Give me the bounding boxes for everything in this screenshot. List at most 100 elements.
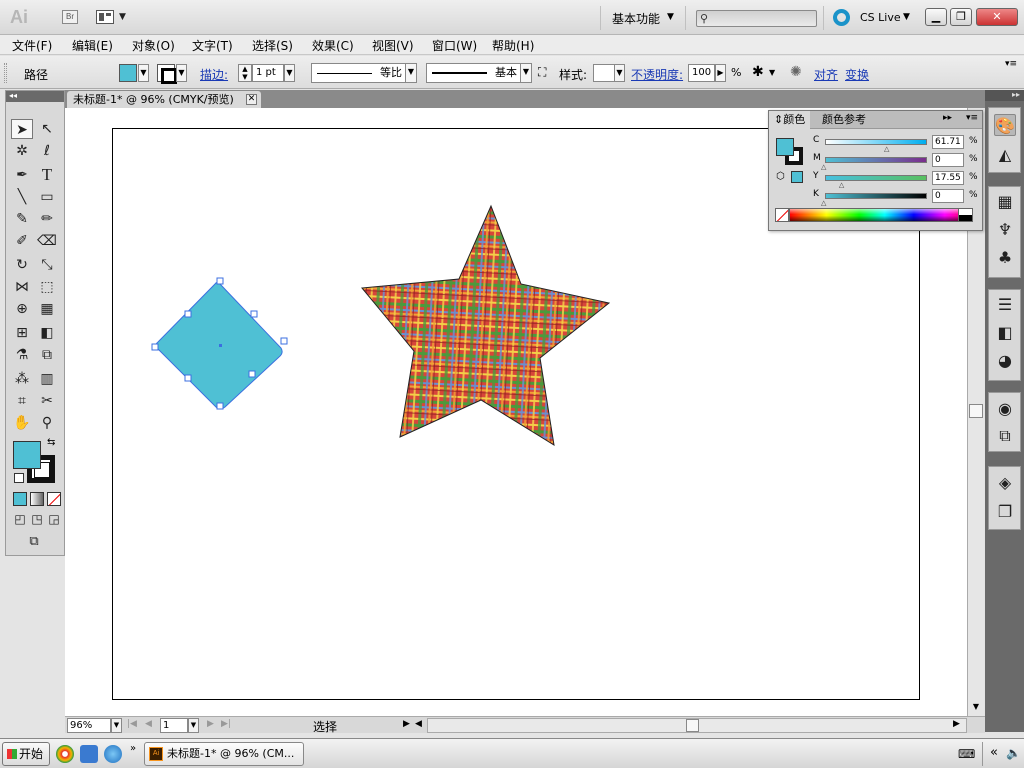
last-artboard-icon[interactable]: ▶| (221, 719, 231, 729)
draw-inside-icon[interactable]: ◲ (43, 509, 65, 529)
horizontal-scrollbar[interactable] (427, 718, 967, 733)
pencil-tool-icon[interactable]: ✏ (36, 209, 58, 229)
none-mode-icon[interactable] (47, 492, 61, 506)
magenta-slider-handle[interactable]: △ (821, 163, 826, 171)
scroll-down-icon[interactable]: ▼ (969, 702, 983, 716)
minimize-button[interactable]: ▁ (925, 8, 947, 26)
collapse-icon[interactable]: ◂◂ (6, 91, 64, 102)
stroke-weight-stepper[interactable]: ▲ ▼ (238, 64, 252, 82)
black-slider[interactable] (825, 193, 927, 199)
free-transform-tool-icon[interactable]: ⬚ (36, 277, 58, 297)
first-artboard-icon[interactable]: |◀ (127, 719, 137, 729)
slice-tool-icon[interactable]: ✂ (36, 391, 58, 411)
recolor-artwork-icon[interactable]: ✺ (790, 64, 802, 80)
eraser-tool-icon[interactable]: ⌫ (36, 231, 58, 251)
stroke-weight-dropdown[interactable]: ▼ (284, 64, 295, 82)
default-colors-icon[interactable] (14, 473, 24, 483)
taskbar-illustrator-window[interactable]: Ai 未标题-1* @ 96% (CM... (144, 742, 304, 766)
scroll-right-icon[interactable]: ▶ (953, 719, 960, 729)
cs-live-menu[interactable]: CS Live (860, 11, 901, 24)
cyan-slider-handle[interactable]: △ (884, 145, 889, 153)
yellow-slider-handle[interactable]: △ (839, 181, 844, 189)
brush-definition[interactable]: 基本 ▼ (426, 63, 532, 83)
scroll-left-icon[interactable]: ◀ (415, 719, 422, 729)
panel-fill-swatch[interactable] (776, 138, 794, 156)
transparency-panel-icon[interactable]: ◕ (994, 350, 1016, 372)
select-similar-icon[interactable]: ✱ (752, 64, 764, 80)
color-panel-icon[interactable]: 🎨 (994, 114, 1016, 136)
document-tab[interactable]: 未标题-1* @ 96% (CMYK/预览) ✕ (67, 91, 261, 108)
plaid-star-shape[interactable] (361, 204, 611, 446)
yellow-value-field[interactable]: 17.55 (932, 171, 964, 185)
black-slider-handle[interactable]: △ (821, 199, 826, 207)
bridge-button[interactable]: Br (62, 10, 78, 24)
fill-swatch[interactable] (119, 64, 137, 82)
blend-tool-icon[interactable]: ⧉ (36, 345, 58, 365)
paintbrush-tool-icon[interactable]: ✎ (11, 209, 33, 229)
stroke-dropdown[interactable]: ▼ (176, 64, 187, 82)
panel-grip[interactable] (4, 63, 7, 83)
line-tool-icon[interactable]: ╲ (11, 187, 33, 207)
keyboard-icon[interactable]: ⌨ (958, 747, 975, 761)
stroke-weight-field[interactable]: 1 pt (252, 64, 284, 82)
opacity-field[interactable]: 100 (688, 64, 715, 82)
stroke-panel-icon[interactable]: ☰ (994, 294, 1016, 316)
next-artboard-icon[interactable]: ▶ (207, 719, 214, 729)
gradient-tool-icon[interactable]: ◧ (36, 323, 58, 343)
color-spectrum[interactable] (789, 208, 973, 222)
opacity-dropdown[interactable]: ▶ (715, 64, 726, 82)
artboard-number-field[interactable]: 1 (160, 718, 188, 733)
variable-width-profile[interactable]: 等比 ▼ (311, 63, 417, 83)
black-white-swatch[interactable] (958, 208, 973, 222)
expand-icon[interactable]: ▸▸ (985, 90, 1024, 101)
previous-artboard-icon[interactable]: ◀ (145, 719, 152, 729)
magenta-value-field[interactable]: 0 (932, 153, 964, 167)
selected-diamond-shape[interactable] (151, 277, 288, 410)
menu-object[interactable]: 对象(O) (132, 37, 175, 54)
menu-window[interactable]: 窗口(W) (432, 37, 477, 54)
menu-file[interactable]: 文件(F) (12, 37, 52, 54)
brush-dropdown[interactable]: ▼ (520, 64, 531, 82)
column-graph-tool-icon[interactable]: ▥ (36, 369, 58, 389)
magenta-slider[interactable] (825, 157, 927, 163)
rotate-tool-icon[interactable]: ↻ (11, 255, 33, 275)
rectangle-tool-icon[interactable]: ▭ (36, 187, 58, 207)
chevron-down-icon[interactable]: ▼ (667, 12, 674, 22)
restore-button[interactable]: ❐ (950, 8, 972, 26)
width-tool-icon[interactable]: ⋈ (11, 277, 33, 297)
brush-options-icon[interactable]: ⛶ (538, 65, 546, 80)
profile-dropdown[interactable]: ▼ (405, 64, 416, 82)
fill-color-box[interactable] (13, 441, 41, 469)
stroke-options-link[interactable]: 描边: (200, 66, 228, 83)
artboard-dropdown[interactable]: ▼ (188, 718, 199, 733)
help-search-input[interactable]: ⚲ (696, 10, 817, 27)
mesh-tool-icon[interactable]: ⊞ (11, 323, 33, 343)
layers-panel-icon[interactable]: ◈ (994, 472, 1016, 494)
artboards-panel-icon[interactable]: ❐ (994, 501, 1016, 523)
hand-tool-icon[interactable]: ✋ (11, 413, 33, 433)
cyan-value-field[interactable]: 61.71 (932, 135, 964, 149)
type-tool-icon[interactable]: T (36, 165, 58, 185)
zoom-dropdown[interactable]: ▼ (111, 718, 122, 733)
arrange-caret-icon[interactable]: ▼ (119, 12, 126, 22)
chevron-down-icon[interactable]: ▼ (769, 68, 775, 77)
arrange-documents-icon[interactable] (96, 10, 114, 24)
panel-menu-icon[interactable]: ▾≡ (966, 113, 978, 123)
stroke-swatch[interactable] (157, 64, 177, 84)
perspective-grid-tool-icon[interactable]: ▦ (36, 299, 58, 319)
close-button[interactable]: ✕ (976, 8, 1018, 26)
zoom-tool-icon[interactable]: ⚲ (36, 413, 58, 433)
panel-menu-icon[interactable]: ▾≡ (1005, 59, 1017, 69)
eyedropper-tool-icon[interactable]: ⚗ (11, 345, 33, 365)
magic-wand-tool-icon[interactable]: ✲ (11, 141, 33, 161)
appearance-panel-icon[interactable]: ◉ (994, 398, 1016, 420)
shape-builder-tool-icon[interactable]: ⊕ (11, 299, 33, 319)
start-button[interactable]: 开始 (2, 742, 50, 766)
black-value-field[interactable]: 0 (932, 189, 964, 203)
menu-view[interactable]: 视图(V) (372, 37, 414, 54)
zoom-field[interactable]: 96% (67, 718, 111, 733)
internet-explorer-icon[interactable] (104, 745, 122, 763)
screen-mode-icon[interactable]: ⧉ (23, 532, 45, 552)
direct-selection-tool-icon[interactable]: ↖ (36, 119, 58, 139)
speaker-icon[interactable]: 🔈 (1006, 746, 1021, 760)
